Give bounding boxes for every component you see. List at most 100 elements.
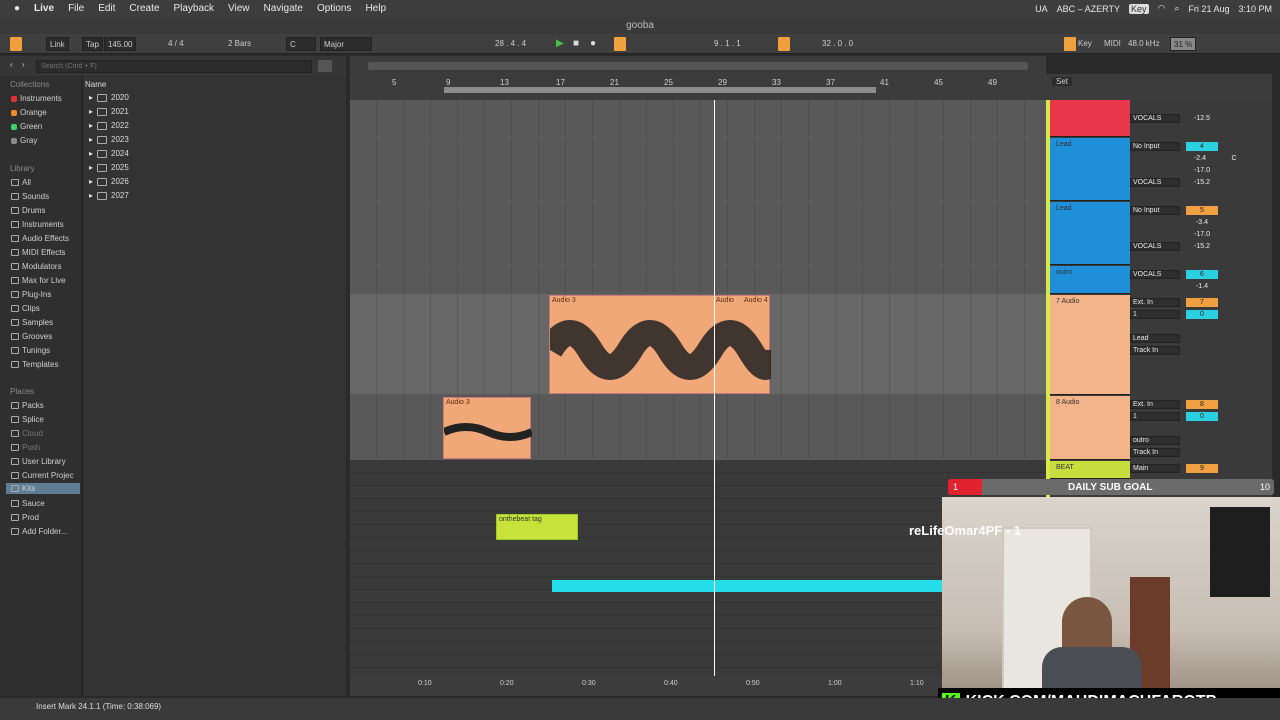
output-route[interactable]: Lead	[1130, 334, 1180, 343]
menu-options[interactable]: Options	[317, 3, 351, 14]
view-toggle-icon[interactable]	[10, 37, 22, 51]
track-pan[interactable]: C	[1226, 154, 1242, 163]
link-button[interactable]: Link	[46, 37, 69, 51]
track-volume[interactable]: -3.4	[1186, 218, 1218, 227]
library-sounds[interactable]: Sounds	[11, 192, 49, 201]
track-activator[interactable]: 4	[1186, 142, 1218, 151]
collection-orange[interactable]: Orange	[11, 108, 47, 117]
library-drums[interactable]: Drums	[11, 206, 46, 215]
output-route[interactable]: VOCALS	[1130, 242, 1180, 251]
input-select[interactable]: Ext. In	[1130, 400, 1180, 409]
collection-green[interactable]: Green	[11, 122, 42, 131]
input-select[interactable]: Ext. In	[1130, 298, 1180, 307]
key-select[interactable]: C	[286, 37, 316, 51]
library-all[interactable]: All	[11, 178, 31, 187]
library-audio-effects[interactable]: Audio Effects	[11, 234, 69, 243]
search-icon[interactable]: ⌕	[1174, 3, 1179, 14]
menu-date[interactable]: Fri 21 Aug	[1188, 4, 1229, 14]
menu-time[interactable]: 3:10 PM	[1238, 4, 1272, 14]
ua-indicator[interactable]: UA	[1035, 4, 1048, 14]
draw-mode-icon[interactable]	[1064, 37, 1076, 51]
track-header-red[interactable]	[1050, 100, 1130, 137]
send-level[interactable]: -15.2	[1186, 242, 1218, 251]
track-in-select[interactable]: Track In	[1130, 448, 1180, 457]
track-activator[interactable]: 5	[1186, 206, 1218, 215]
browser-search-input[interactable]	[36, 60, 312, 73]
name-column-header[interactable]: Name	[85, 80, 106, 89]
send-level[interactable]: -15.2	[1186, 178, 1218, 187]
track-header-7-audio[interactable]: 7 Audio	[1050, 295, 1130, 395]
track-lane[interactable]	[350, 137, 1046, 200]
library-max-for-live[interactable]: Max for Live	[11, 276, 66, 285]
keyboard-layout[interactable]: ABC – AZERTY	[1057, 4, 1120, 14]
library-clips[interactable]: Clips	[11, 304, 40, 313]
track-header-lead[interactable]: Lead	[1050, 138, 1130, 201]
overview-scrollbar[interactable]	[368, 62, 1028, 70]
library-templates[interactable]: Templates	[11, 360, 58, 369]
folder-2024[interactable]: ▸ 2024	[89, 149, 129, 158]
input-select[interactable]: No Input	[1130, 206, 1180, 215]
library-plugins[interactable]: Plug-Ins	[11, 290, 51, 299]
track-lane[interactable]	[350, 201, 1046, 264]
filter-icon[interactable]	[318, 60, 332, 72]
nav-back-icon[interactable]: ‹	[10, 60, 13, 69]
loop-length-field[interactable]: 32 . 0 . 0	[822, 37, 853, 51]
folder-2023[interactable]: ▸ 2023	[89, 135, 129, 144]
place-push[interactable]: Push	[11, 443, 40, 452]
midi-map-button[interactable]: MIDI	[1104, 37, 1121, 51]
track-activator[interactable]: 7	[1186, 298, 1218, 307]
nav-forward-icon[interactable]: ›	[22, 60, 25, 69]
track-lane[interactable]	[350, 265, 1046, 293]
track-activator[interactable]: 9	[1186, 464, 1218, 473]
output-route[interactable]: VOCALS	[1130, 114, 1180, 123]
library-instruments[interactable]: Instruments	[11, 220, 64, 229]
quantize-menu[interactable]: 2 Bars	[228, 37, 251, 51]
folder-2025[interactable]: ▸ 2025	[89, 163, 129, 172]
place-user-library[interactable]: User Library	[11, 457, 66, 466]
arrangement-ruler[interactable]: 5 9 13 17 21 25 29 33 37 41 45 49	[350, 56, 1046, 100]
loop-brace[interactable]	[444, 87, 876, 93]
place-prod[interactable]: Prod	[11, 513, 39, 522]
folder-2027[interactable]: ▸ 2027	[89, 191, 129, 200]
folder-2021[interactable]: ▸ 2021	[89, 107, 129, 116]
key-badge[interactable]: Key	[1129, 3, 1149, 14]
set-button[interactable]: Set	[1052, 77, 1073, 86]
apple-icon[interactable]: ●	[14, 3, 20, 14]
place-cloud[interactable]: Cloud	[11, 429, 43, 438]
audio-clip-audio3[interactable]: Audio 3 Audio Audio 4	[549, 295, 771, 394]
track-volume[interactable]: -2.4	[1186, 154, 1214, 163]
position-field[interactable]: 28 . 4 . 4	[495, 37, 526, 51]
track-header-beat[interactable]: BEAT	[1050, 461, 1130, 479]
clip-onthebeat-tag[interactable]: onthebeat tag	[496, 514, 578, 540]
menu-playback[interactable]: Playback	[173, 3, 214, 14]
place-splice[interactable]: Splice	[11, 415, 44, 424]
library-tunings[interactable]: Tunings	[11, 346, 50, 355]
library-modulators[interactable]: Modulators	[11, 262, 62, 271]
wifi-icon[interactable]: ◠	[1158, 3, 1166, 14]
signature-field[interactable]: 4 / 4	[168, 37, 184, 51]
app-menu[interactable]: Live	[34, 3, 54, 14]
menu-navigate[interactable]: Navigate	[264, 3, 303, 14]
output-route[interactable]: Main	[1130, 464, 1180, 473]
key-map-button[interactable]: Key	[1078, 37, 1092, 51]
track-volume[interactable]: 0	[1186, 412, 1218, 421]
input-channel[interactable]: 1	[1130, 310, 1180, 319]
play-icon[interactable]: ▶	[556, 37, 564, 51]
input-select[interactable]: No Input	[1130, 142, 1180, 151]
tap-button[interactable]: Tap	[82, 37, 103, 51]
output-route[interactable]: outro	[1130, 436, 1180, 445]
place-sauce[interactable]: Sauce	[11, 499, 45, 508]
track-volume[interactable]: 0	[1186, 310, 1218, 319]
library-grooves[interactable]: Grooves	[11, 332, 52, 341]
add-folder-button[interactable]: Add Folder...	[11, 527, 67, 536]
loop-start-field[interactable]: 9 . 1 . 1	[714, 37, 741, 51]
folder-2026[interactable]: ▸ 2026	[89, 177, 129, 186]
folder-2022[interactable]: ▸ 2022	[89, 121, 129, 130]
menu-file[interactable]: File	[68, 3, 84, 14]
track-header-outro[interactable]: outro	[1050, 266, 1130, 294]
input-channel[interactable]: 1	[1130, 412, 1180, 421]
place-packs[interactable]: Packs	[11, 401, 44, 410]
tempo-field[interactable]: 145.00	[104, 37, 137, 51]
overdub-icon[interactable]	[614, 37, 626, 51]
track-header-8-audio[interactable]: 8 Audio	[1050, 396, 1130, 460]
